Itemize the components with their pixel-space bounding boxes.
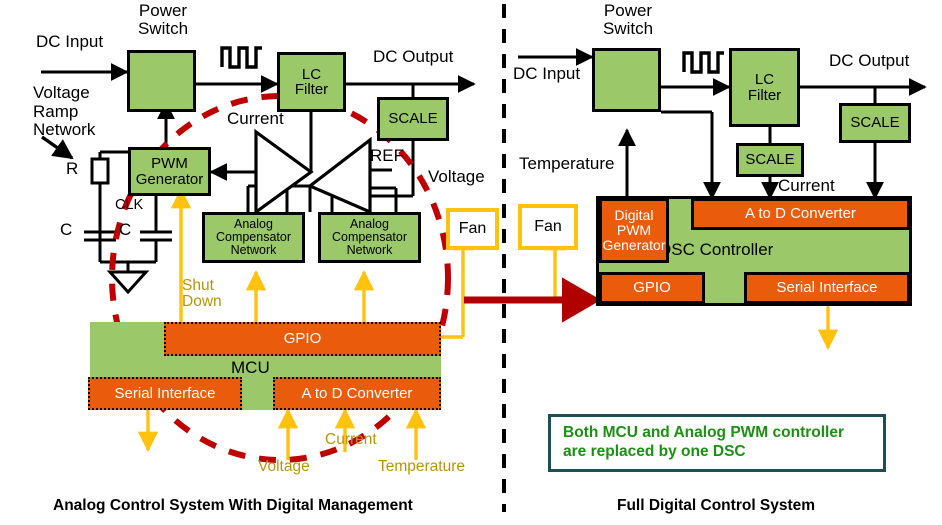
mcu-gpio-block[interactable]: GPIO	[164, 322, 441, 356]
left-lc-filter-block[interactable]: LC Filter	[277, 52, 346, 112]
right-current-label: Current	[778, 176, 835, 195]
right-scale-output-label: SCALE	[850, 114, 900, 132]
current-sense-label: Current	[227, 109, 284, 128]
dsc-adc-block[interactable]: A to D Converter	[691, 198, 910, 230]
dsc-dpwm-label: Digital PWM Generator	[602, 207, 666, 253]
diagram-canvas: LC Filter SCALE PWM Generator Analog Com…	[0, 0, 942, 525]
adc-voltage-label: Voltage	[258, 458, 310, 475]
mcu-adc-block[interactable]: A to D Converter	[273, 377, 441, 410]
dsc-serial-interface-block[interactable]: Serial Interface	[744, 272, 910, 304]
voltage-sense-label: Voltage	[428, 167, 485, 186]
left-power-switch-label: Power Switch	[137, 1, 189, 38]
pwm-waveform-icon	[220, 46, 262, 69]
right-dc-output-label: DC Output	[829, 51, 910, 70]
dsc-gpio-block[interactable]: GPIO	[599, 272, 705, 304]
right-lc-filter-block[interactable]: LC Filter	[729, 48, 800, 127]
adc-temperature-label: Temperature	[378, 458, 466, 475]
note-box: Both MCU and Analog PWM controller are r…	[548, 414, 886, 472]
dsc-gpio-label: GPIO	[633, 279, 671, 297]
right-lc-filter-label: LC Filter	[747, 71, 782, 104]
dsc-adc-label: A to D Converter	[745, 205, 856, 223]
right-fan-label: Fan	[534, 218, 562, 235]
mcu-label: MCU	[231, 358, 270, 377]
mcu-serial-interface-label: Serial Interface	[114, 384, 216, 402]
ramp-network-pointer	[41, 135, 74, 160]
right-power-switch-block[interactable]	[592, 48, 661, 112]
left-panel-caption: Analog Control System With Digital Manag…	[53, 497, 413, 514]
mcu-serial-interface-block[interactable]: Serial Interface	[88, 377, 242, 410]
left-fan-label: Fan	[458, 220, 487, 237]
right-temperature-label: Temperature	[519, 154, 615, 173]
left-scale-label: SCALE	[388, 110, 438, 128]
resistor-r-label: R	[66, 159, 79, 178]
left-scale-block[interactable]: SCALE	[377, 97, 449, 141]
right-power-switch-label: Power Switch	[602, 1, 654, 38]
pwm-waveform-icon-right	[682, 51, 724, 74]
left-dc-output-label: DC Output	[373, 47, 454, 66]
left-fan-block[interactable]: Fan	[446, 208, 499, 250]
resistor-r	[90, 157, 110, 185]
ground-symbol	[106, 270, 150, 295]
mcu-gpio-label: GPIO	[283, 330, 322, 348]
left-pwm-generator-block[interactable]: PWM Generator	[128, 147, 211, 196]
voltage-ramp-network-label: Voltage Ramp Network	[33, 83, 96, 140]
left-dc-input-label: DC Input	[36, 32, 104, 51]
right-fan-block[interactable]: Fan	[518, 204, 578, 250]
left-pwm-generator-label: PWM Generator	[135, 155, 204, 188]
note-line-2: are replaced by one DSC	[563, 442, 746, 460]
left-lc-filter-label: LC Filter	[294, 65, 329, 98]
left-compensator-2-label: Analog Compensator Network	[331, 217, 408, 257]
dsc-controller-label: DSC Controller	[659, 240, 774, 259]
left-power-switch-block[interactable]	[127, 50, 196, 112]
left-analog-compensator-network-1[interactable]: Analog Compensator Network	[202, 212, 305, 263]
right-scale-output-block[interactable]: SCALE	[839, 103, 911, 143]
ref-label: REF	[370, 146, 404, 165]
right-dc-input-label: DC Input	[513, 64, 581, 83]
current-amplifier	[254, 128, 314, 216]
mcu-adc-label: A to D Converter	[301, 384, 413, 402]
clk-label: CLK	[115, 197, 144, 213]
voltage-error-amplifier	[306, 136, 372, 215]
dsc-serial-interface-label: Serial Interface	[776, 279, 878, 297]
adc-current-label: Current	[325, 431, 377, 448]
note-line-1: Both MCU and Analog PWM controller	[563, 424, 844, 441]
capacitor-c1-label: C	[60, 220, 73, 239]
left-compensator-1-label: Analog Compensator Network	[215, 217, 292, 257]
right-panel-caption: Full Digital Control System	[617, 497, 816, 514]
right-scale-current-label: SCALE	[745, 151, 795, 169]
right-scale-current-block[interactable]: SCALE	[736, 143, 804, 177]
dsc-digital-pwm-generator-block[interactable]: Digital PWM Generator	[599, 198, 669, 263]
shut-down-label: Shut Down	[182, 277, 222, 311]
left-analog-compensator-network-2[interactable]: Analog Compensator Network	[318, 212, 421, 263]
capacitor-c2-label: C	[119, 220, 132, 239]
